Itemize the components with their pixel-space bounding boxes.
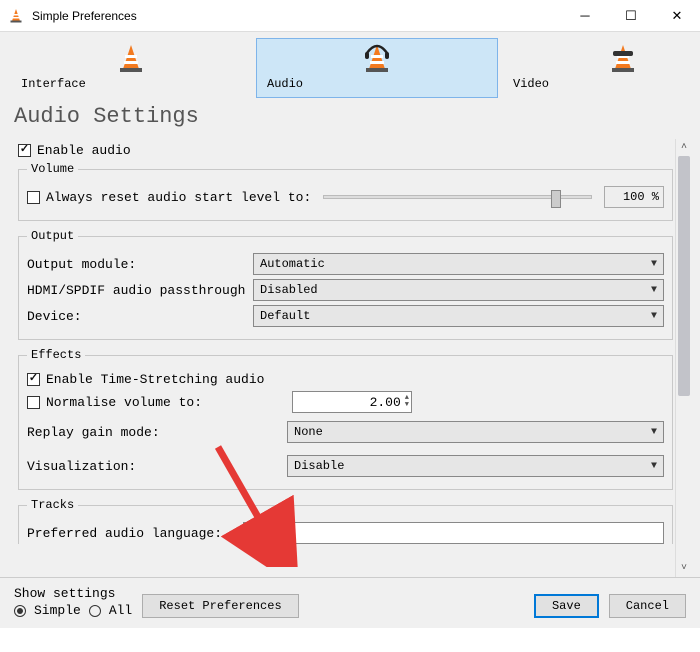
cone-glasses-icon (607, 43, 639, 75)
preferred-lang-input[interactable] (243, 522, 664, 544)
category-bar: Interface Audio Video Subtitles / OSD In… (0, 32, 700, 98)
timestretch-checkbox[interactable] (27, 373, 40, 386)
chevron-down-icon: ▼ (651, 259, 657, 270)
normalize-checkbox[interactable] (27, 396, 40, 409)
viz-label: Visualization: (27, 459, 281, 474)
replay-label: Replay gain mode: (27, 425, 281, 440)
effects-group: Effects Enable Time-Stretching audio Nor… (18, 348, 673, 490)
simple-radio-label: Simple (34, 603, 81, 618)
volume-legend: Volume (27, 162, 78, 176)
scroll-track[interactable] (676, 156, 692, 560)
viz-value: Disable (294, 459, 344, 473)
page-title: Audio Settings (0, 98, 700, 139)
chevron-down-icon: ▼ (651, 427, 657, 438)
chevron-down-icon: ▼ (651, 285, 657, 296)
output-module-dropdown[interactable]: Automatic ▼ (253, 253, 664, 275)
category-label: Interface (21, 77, 241, 91)
content-area: Enable audio Volume Always reset audio s… (0, 139, 700, 577)
cone-icon (115, 43, 147, 75)
reset-preferences-button[interactable]: Reset Preferences (142, 594, 298, 618)
enable-audio-row[interactable]: Enable audio (18, 143, 675, 158)
all-radio[interactable] (89, 605, 101, 617)
category-label: Audio (267, 77, 487, 91)
output-legend: Output (27, 229, 78, 243)
device-dropdown[interactable]: Default ▼ (253, 305, 664, 327)
category-label: Video (513, 77, 700, 91)
chevron-down-icon: ▼ (651, 311, 657, 322)
tracks-legend: Tracks (27, 498, 78, 512)
tracks-group: Tracks Preferred audio language: (18, 498, 673, 544)
window-title: Simple Preferences (32, 9, 562, 23)
normalize-value: 2.00 (370, 395, 401, 410)
spinner-buttons[interactable]: ▲▼ (405, 395, 409, 409)
show-settings-label: Show settings (14, 586, 132, 601)
normalize-label: Normalise volume to: (46, 395, 286, 410)
scroll-thumb[interactable] (678, 156, 690, 396)
simple-radio[interactable] (14, 605, 26, 617)
timestretch-row[interactable]: Enable Time-Stretching audio (27, 372, 664, 387)
passthrough-label: HDMI/SPDIF audio passthrough (27, 283, 247, 298)
app-logo-icon (8, 8, 24, 24)
chevron-down-icon: ▼ (651, 461, 657, 472)
close-button[interactable]: ✕ (654, 0, 700, 32)
output-module-value: Automatic (260, 257, 325, 271)
viz-dropdown[interactable]: Disable ▼ (287, 455, 664, 477)
timestretch-label: Enable Time-Stretching audio (46, 372, 264, 387)
enable-audio-label: Enable audio (37, 143, 131, 158)
effects-legend: Effects (27, 348, 85, 362)
replay-dropdown[interactable]: None ▼ (287, 421, 664, 443)
titlebar: Simple Preferences ─ ☐ ✕ (0, 0, 700, 32)
device-value: Default (260, 309, 310, 323)
vertical-scrollbar[interactable]: ˄ ˅ (675, 139, 692, 577)
replay-value: None (294, 425, 323, 439)
save-button[interactable]: Save (534, 594, 599, 618)
reset-level-label: Always reset audio start level to: (46, 190, 311, 205)
scroll-up-icon[interactable]: ˄ (676, 139, 692, 156)
all-radio-label: All (109, 603, 132, 618)
normalize-spinner[interactable]: 2.00 ▲▼ (292, 391, 412, 413)
output-group: Output Output module: Automatic ▼ HDMI/S… (18, 229, 673, 340)
output-module-label: Output module: (27, 257, 247, 272)
passthrough-value: Disabled (260, 283, 318, 297)
footer: Show settings Simple All Reset Preferenc… (0, 577, 700, 628)
cancel-button[interactable]: Cancel (609, 594, 686, 618)
category-audio[interactable]: Audio (256, 38, 498, 98)
device-label: Device: (27, 309, 247, 324)
category-video[interactable]: Video (502, 38, 700, 98)
enable-audio-checkbox[interactable] (18, 144, 31, 157)
start-level-slider[interactable] (323, 195, 592, 199)
slider-handle[interactable] (551, 190, 561, 208)
volume-group: Volume Always reset audio start level to… (18, 162, 673, 221)
minimize-button[interactable]: ─ (562, 0, 608, 32)
preferred-lang-label: Preferred audio language: (27, 526, 237, 541)
maximize-button[interactable]: ☐ (608, 0, 654, 32)
passthrough-dropdown[interactable]: Disabled ▼ (253, 279, 664, 301)
cone-headphones-icon (361, 43, 393, 75)
category-interface[interactable]: Interface (10, 38, 252, 98)
start-level-value: 100 % (604, 186, 664, 208)
reset-level-checkbox[interactable] (27, 191, 40, 204)
scroll-down-icon[interactable]: ˅ (676, 560, 692, 577)
